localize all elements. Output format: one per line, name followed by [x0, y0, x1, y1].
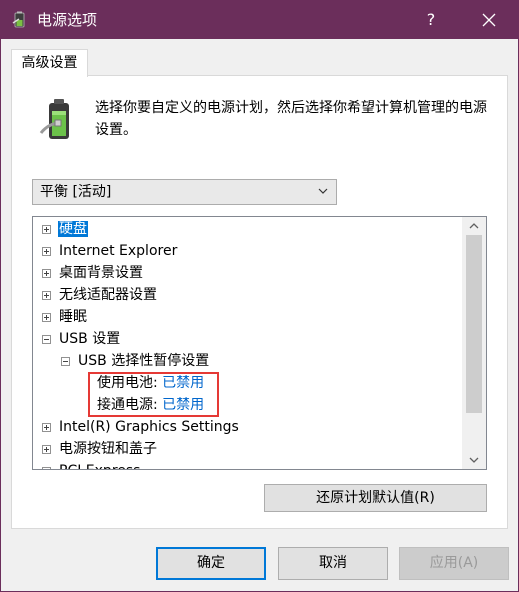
tree-item-power-buttons-lid[interactable]: 电源按钮和盖子 [59, 438, 157, 460]
highlight-annotation-box [88, 372, 219, 417]
expand-icon[interactable] [42, 269, 51, 278]
tree-item-wireless-adapter[interactable]: 无线适配器设置 [59, 284, 157, 306]
chevron-down-icon [318, 188, 328, 194]
tree-item-internet-explorer[interactable]: Internet Explorer [59, 240, 177, 262]
chevron-down-icon [469, 457, 479, 463]
battery-plug-icon [39, 99, 69, 139]
scroll-down-button[interactable] [462, 452, 486, 469]
tree-item-pci-express[interactable]: PCI Express [59, 460, 140, 469]
tab-advanced-settings[interactable]: 高级设置 [11, 49, 88, 77]
tree-scrollbar[interactable] [462, 217, 486, 469]
cancel-button[interactable]: 取消 [278, 547, 388, 580]
tree-item-desktop-background[interactable]: 桌面背景设置 [59, 262, 143, 284]
close-button[interactable] [467, 5, 511, 35]
help-button[interactable]: ? [413, 5, 449, 35]
expand-icon[interactable] [42, 423, 51, 432]
tree-item-hard-disk[interactable]: 硬盘 [58, 218, 88, 240]
collapse-icon[interactable] [61, 357, 70, 366]
tree-item-intel-graphics[interactable]: Intel(R) Graphics Settings [59, 416, 239, 438]
expand-icon[interactable] [42, 313, 51, 322]
power-options-window: 电源选项 ? 高级设置 选择你要自定义的电源计划，然后选择你希望计算机管理的电源… [0, 0, 519, 592]
scrollbar-thumb[interactable] [466, 235, 482, 413]
expand-icon[interactable] [42, 247, 51, 256]
ok-button[interactable]: 确定 [156, 547, 266, 580]
expand-icon[interactable] [42, 225, 51, 234]
power-options-app-icon [12, 11, 25, 28]
settings-tree[interactable]: 硬盘 Internet Explorer 桌面背景设置 无线适配器设置 睡眠 U… [32, 216, 487, 470]
tree-item-usb-selective-suspend[interactable]: USB 选择性暂停设置 [78, 350, 209, 372]
expand-icon[interactable] [42, 467, 51, 469]
power-plan-dropdown[interactable]: 平衡 [活动] [32, 179, 337, 205]
close-icon [482, 13, 496, 27]
title-bar[interactable]: 电源选项 ? [1, 1, 518, 39]
window-title: 电源选项 [37, 11, 98, 29]
apply-button[interactable]: 应用(A) [399, 547, 509, 580]
expand-icon[interactable] [42, 291, 51, 300]
chevron-up-icon [469, 223, 479, 229]
description-text: 选择你要自定义的电源计划，然后选择你希望计算机管理的电源设置。 [95, 100, 487, 138]
collapse-icon[interactable] [42, 335, 51, 344]
tree-item-sleep[interactable]: 睡眠 [59, 306, 87, 328]
tree-item-usb-settings[interactable]: USB 设置 [59, 328, 120, 350]
restore-plan-defaults-button[interactable]: 还原计划默认值(R) [264, 484, 487, 512]
expand-icon[interactable] [42, 445, 51, 454]
scroll-up-button[interactable] [462, 217, 486, 234]
power-plan-value: 平衡 [活动] [40, 184, 112, 200]
